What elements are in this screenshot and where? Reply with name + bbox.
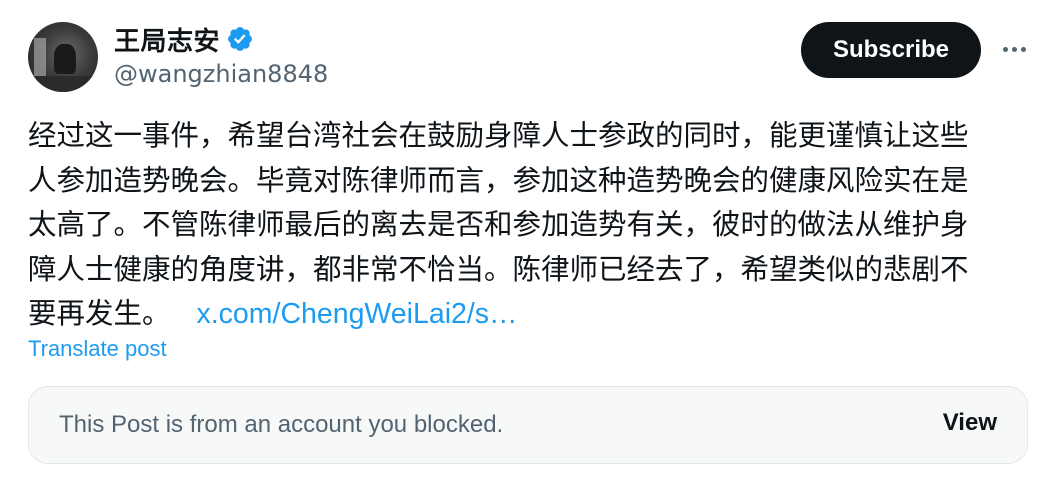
blocked-message: This Post is from an account you blocked… [59,411,504,438]
post-text-line: 太高了。不管陈律师最后的离去是否和参加造势有关，彼时的做法从维护身 [28,208,969,241]
subscribe-button[interactable]: Subscribe [801,22,981,78]
avatar-decor [28,76,98,92]
more-dot [1011,46,1017,52]
avatar[interactable] [28,22,98,92]
more-options-icon[interactable] [996,34,1032,64]
post-header: 王局志安 @wangzhian8848 Subscribe [28,20,1038,92]
post-text: 经过这一事件，希望台湾社会在鼓励身障人士参政的同时，能更谨慎让这些 人参加造势晚… [28,114,1028,337]
view-button[interactable]: View [943,409,997,437]
translate-post-link[interactable]: Translate post [28,336,167,362]
blocked-quote-card: This Post is from an account you blocked… [28,386,1028,464]
more-dot [1020,46,1026,52]
author-handle[interactable]: @wangzhian8848 [114,60,328,88]
author-display-name[interactable]: 王局志安 [114,21,220,58]
avatar-decor [54,44,76,74]
author-name-row: 王局志安 [114,21,254,58]
more-dot [1002,46,1008,52]
verified-badge-icon [228,27,252,51]
avatar-decor [34,38,46,76]
post-text-line: 要再发生。 [28,297,171,330]
post-text-last-line: 要再发生。 x.com/ChengWeiLai2/s… [28,292,1028,337]
post-text-line: 经过这一事件，希望台湾社会在鼓励身障人士参政的同时，能更谨慎让这些 [28,119,969,152]
post-link[interactable]: x.com/ChengWeiLai2/s… [197,298,518,330]
post-text-line: 人参加造势晚会。毕竟对陈律师而言，参加这种造势晚会的健康风险实在是 [28,163,969,197]
post-text-line: 障人士健康的角度讲，都非常不恰当。陈律师已经去了，希望类似的悲剧不 [28,252,969,286]
